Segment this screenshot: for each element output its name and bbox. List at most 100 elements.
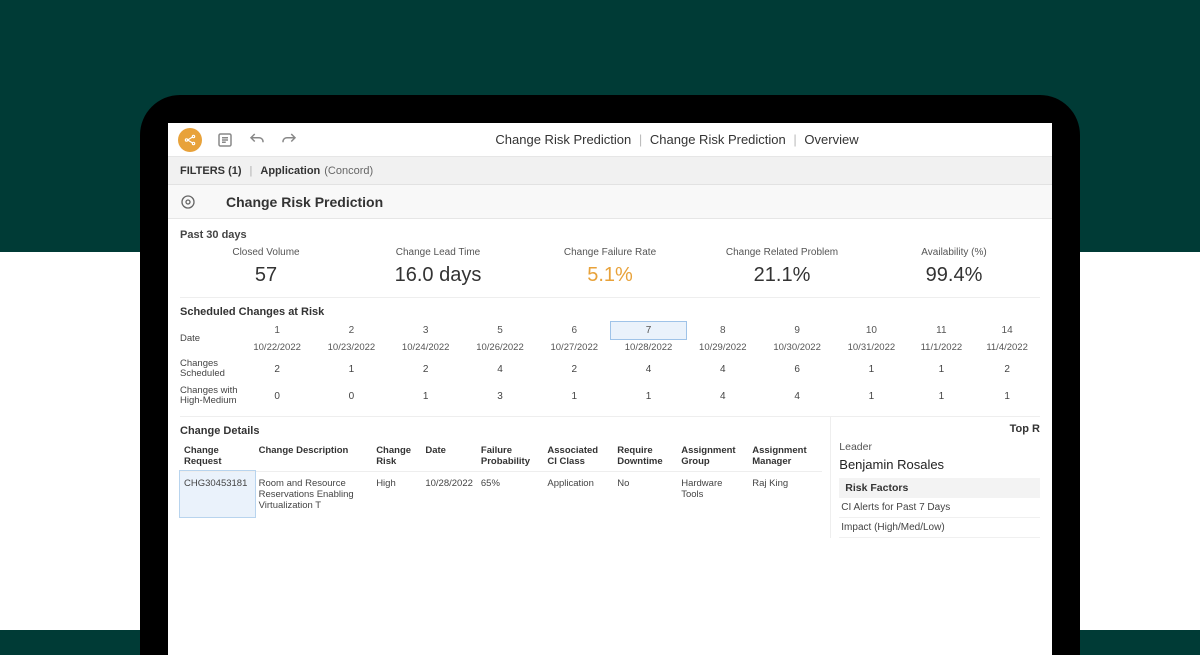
sched-col-num[interactable]: 10 [834,322,908,339]
sched-data-row: Changes with High-Medium00131144111 [180,383,1040,410]
sched-cell[interactable]: 6 [760,356,834,383]
leader-value: Benjamin Rosales [839,457,1040,472]
sched-cell[interactable]: 2 [240,356,314,383]
sched-cell[interactable]: 1 [389,383,463,410]
sched-cell[interactable]: 4 [611,356,685,383]
filter-bar: FILTERS (1) | Application (Concord) [168,157,1052,185]
details-header[interactable]: Change Risk [372,441,421,472]
details-header[interactable]: Require Downtime [613,441,677,472]
laptop-frame: Change Risk Prediction | Change Risk Pre… [140,95,1080,655]
sched-body: Changes Scheduled21242446112Changes with… [180,356,1040,410]
kpi-label: Availability (%) [868,247,1040,258]
sched-col-num[interactable]: 3 [389,322,463,339]
details-header[interactable]: Date [421,441,477,472]
sched-cell[interactable]: 1 [537,383,611,410]
filter-app-label[interactable]: Application [260,165,320,177]
sched-row-label: Changes Scheduled [180,356,240,383]
breadcrumb-part[interactable]: Change Risk Prediction [495,132,631,147]
sched-cell[interactable]: 1 [834,383,908,410]
kpi-closed-volume[interactable]: Closed Volume 57 [180,247,352,287]
details-header-row: Change RequestChange DescriptionChange R… [180,441,822,472]
filter-sep: | [250,165,253,177]
change-details-panel: Change Details Change RequestChange Desc… [180,417,830,538]
sched-cell[interactable]: 1 [909,383,975,410]
sched-cell[interactable]: 1 [834,356,908,383]
kpi-failure-rate[interactable]: Change Failure Rate 5.1% [524,247,696,287]
dashboard-icon [180,194,196,210]
sched-cell[interactable]: 0 [240,383,314,410]
details-row[interactable]: CHG30453181 Room and Resource Reservatio… [180,471,822,517]
sched-cell[interactable]: 4 [760,383,834,410]
details-header[interactable]: Assignment Group [677,441,748,472]
cell-assign-mgr: Raj King [748,471,822,517]
kpi-label: Change Related Problem [696,247,868,258]
breadcrumb-sep: | [639,132,642,147]
kpi-label: Change Lead Time [352,247,524,258]
kpi-value: 21.1% [696,264,868,287]
filters-label[interactable]: FILTERS (1) [180,165,242,177]
cell-change-risk: High [372,471,421,517]
kpi-label: Closed Volume [180,247,352,258]
sched-cell[interactable]: 4 [686,383,760,410]
sched-num-row: Date 12356789101114 [180,322,1040,339]
kpi-value: 5.1% [524,264,696,287]
leader-label: Leader [839,437,1040,457]
cell-downtime: No [613,471,677,517]
sched-col-num[interactable]: 2 [314,322,388,339]
sched-col-date: 10/28/2022 [611,339,685,356]
sched-col-date: 10/31/2022 [834,339,908,356]
details-header[interactable]: Associated CI Class [543,441,613,472]
sched-col-date: 10/22/2022 [240,339,314,356]
sched-col-num[interactable]: 5 [463,322,537,339]
sched-col-num[interactable]: 9 [760,322,834,339]
sched-cell[interactable]: 1 [909,356,975,383]
period-label: Past 30 days [180,229,1040,241]
kpi-availability[interactable]: Availability (%) 99.4% [868,247,1040,287]
kpi-value: 16.0 days [352,264,524,287]
cell-change-request[interactable]: CHG30453181 [180,471,255,517]
details-header[interactable]: Change Request [180,441,255,472]
kpi-value: 57 [180,264,352,287]
kpi-related-problem[interactable]: Change Related Problem 21.1% [696,247,868,287]
sched-col-num[interactable]: 7 [611,322,685,339]
sched-cell[interactable]: 2 [389,356,463,383]
sched-data-row: Changes Scheduled21242446112 [180,356,1040,383]
risk-factor-item[interactable]: CI Alerts for Past 7 Days [839,498,1040,518]
sched-col-num[interactable]: 6 [537,322,611,339]
sched-cell[interactable]: 4 [686,356,760,383]
kpi-label: Change Failure Rate [524,247,696,258]
sched-cell[interactable]: 1 [974,383,1040,410]
breadcrumb-part[interactable]: Change Risk Prediction [650,132,786,147]
details-header[interactable]: Change Description [255,441,373,472]
details-title: Change Details [180,425,822,437]
details-header[interactable]: Failure Probability [477,441,544,472]
sched-col-date: 10/30/2022 [760,339,834,356]
details-header[interactable]: Assignment Manager [748,441,822,472]
list-icon[interactable] [216,131,234,149]
kpi-lead-time[interactable]: Change Lead Time 16.0 days [352,247,524,287]
sched-cell[interactable]: 2 [537,356,611,383]
sched-cell[interactable]: 2 [974,356,1040,383]
app-logo-icon[interactable] [178,128,202,152]
breadcrumb-part[interactable]: Overview [804,132,858,147]
sched-cell[interactable]: 1 [314,356,388,383]
sched-col-num[interactable]: 11 [909,322,975,339]
right-panel: Top R Leader Benjamin Rosales Risk Facto… [830,417,1040,538]
scheduled-table: Date 12356789101114 10/22/202210/23/2022… [180,322,1040,410]
sched-col-num[interactable]: 8 [686,322,760,339]
redo-icon[interactable] [280,131,298,149]
risk-factor-item[interactable]: Impact (High/Med/Low) [839,518,1040,538]
cell-failure-prob: 65% [477,471,544,517]
sched-cell[interactable]: 4 [463,356,537,383]
sched-col-num[interactable]: 14 [974,322,1040,339]
page-title: Change Risk Prediction [226,194,383,210]
sched-cell[interactable]: 3 [463,383,537,410]
breadcrumb-sep: | [793,132,796,147]
details-table: Change RequestChange DescriptionChange R… [180,441,822,517]
kpi-row: Closed Volume 57 Change Lead Time 16.0 d… [180,247,1040,298]
sched-col-date: 10/27/2022 [537,339,611,356]
sched-cell[interactable]: 0 [314,383,388,410]
sched-cell[interactable]: 1 [611,383,685,410]
sched-col-num[interactable]: 1 [240,322,314,339]
undo-icon[interactable] [248,131,266,149]
